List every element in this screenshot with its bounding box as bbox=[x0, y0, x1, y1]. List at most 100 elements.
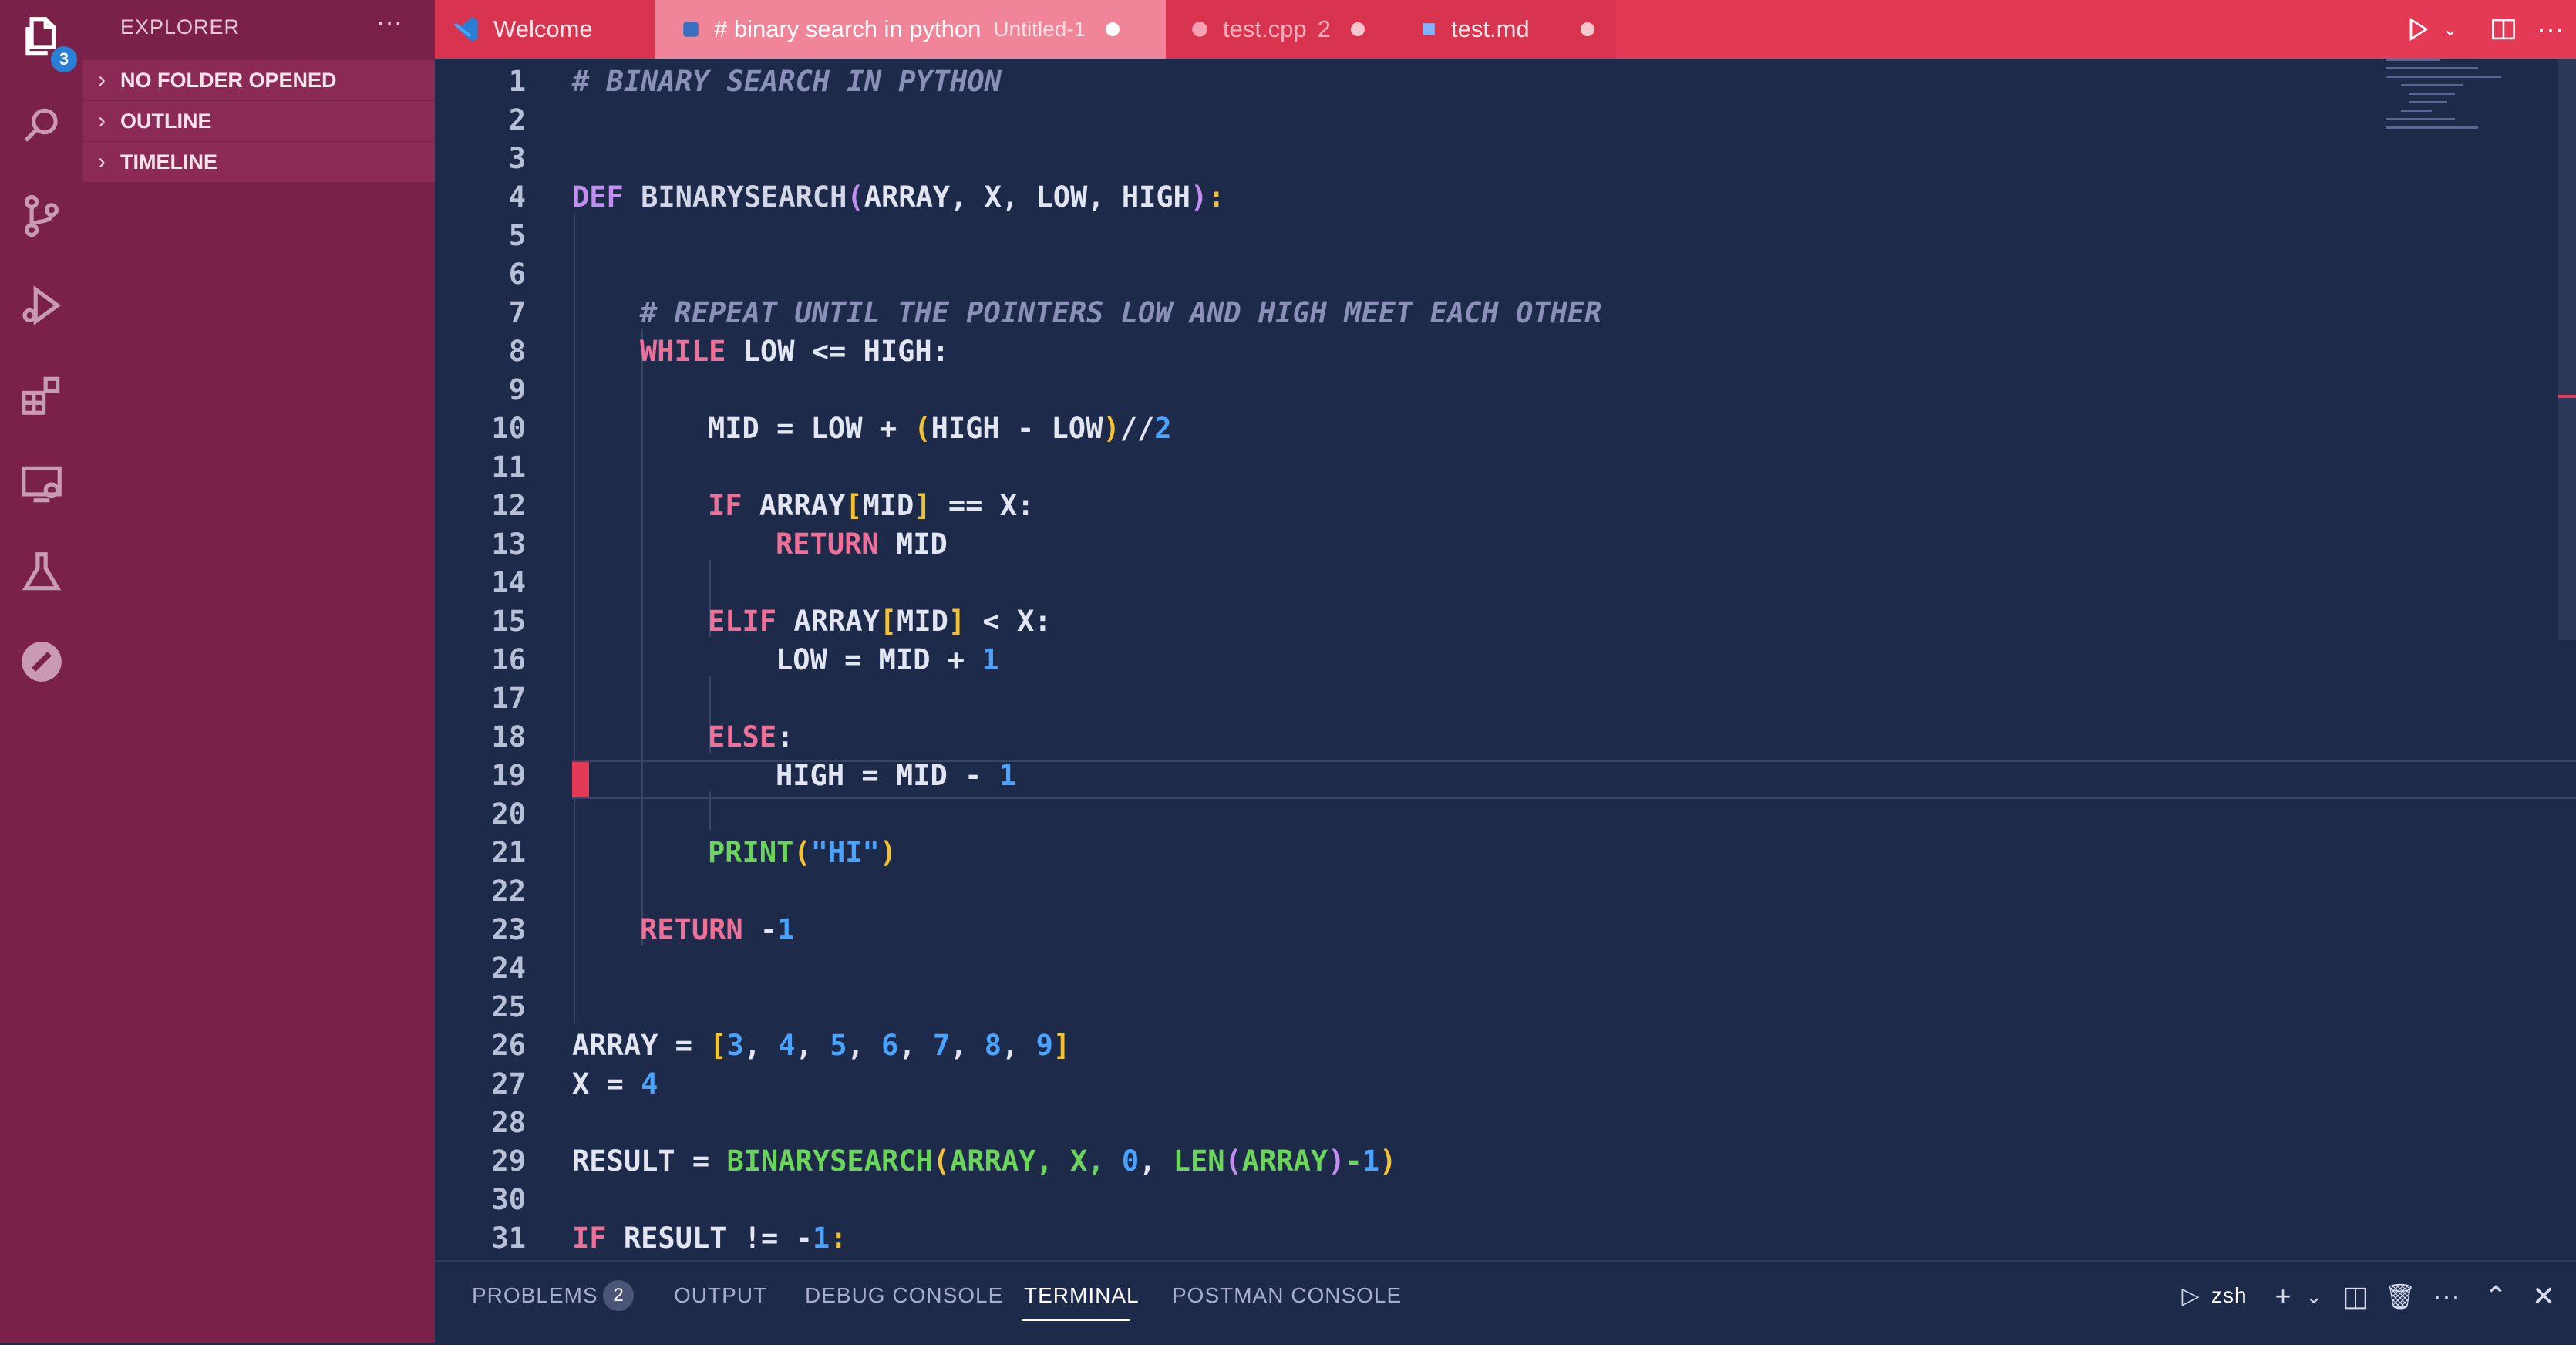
line-number-text: 3 bbox=[508, 142, 526, 175]
bracket: [ bbox=[709, 1029, 727, 1062]
separator: , bbox=[1139, 1144, 1174, 1178]
expr: ARRAY = bbox=[572, 1029, 710, 1062]
code-line-12: RETURN MID bbox=[435, 525, 2386, 564]
python-icon bbox=[683, 22, 699, 37]
number: 0 bbox=[1121, 1144, 1140, 1178]
tab-label: test.md bbox=[1451, 15, 1530, 42]
bracket: ] bbox=[914, 489, 931, 522]
maximize-panel-icon[interactable]: ⌃ bbox=[2478, 1279, 2514, 1314]
condition: LOW <= HIGH: bbox=[726, 335, 949, 368]
line-number: 20 bbox=[435, 795, 2386, 834]
paren: ( bbox=[1224, 1144, 1242, 1178]
expr: HIGH - LOW bbox=[931, 412, 1103, 445]
tab-postman-console[interactable]: POSTMAN CONSOLE bbox=[1172, 1283, 1402, 1308]
number: 1 bbox=[998, 759, 1016, 792]
run-icon[interactable] bbox=[2404, 0, 2443, 59]
search-icon[interactable] bbox=[11, 96, 72, 157]
expr: < X: bbox=[965, 605, 1052, 638]
tab-terminal[interactable]: TERMINAL bbox=[1024, 1283, 1140, 1308]
tab-test-cpp[interactable]: test.cpp 2 bbox=[1166, 0, 1391, 59]
bracket: ] bbox=[1052, 1029, 1071, 1062]
minimap[interactable] bbox=[2386, 59, 2509, 167]
code-line-9: MID = LOW + (HIGH - LOW)//2 bbox=[435, 410, 2386, 448]
trash-icon[interactable]: 🗑 bbox=[2382, 1279, 2418, 1314]
function-call: BINARYSEARCH bbox=[726, 1144, 933, 1178]
section-label: NO FOLDER OPENED bbox=[120, 68, 337, 92]
comment: # REPEAT UNTIL THE POINTERS LOW AND HIGH… bbox=[640, 296, 1602, 329]
paren: ( bbox=[932, 1144, 951, 1178]
array-number: 9 bbox=[1035, 1029, 1053, 1062]
split-editor-icon[interactable] bbox=[2490, 0, 2529, 59]
terminal-shell-name[interactable]: zsh bbox=[2211, 1283, 2248, 1308]
more-actions-icon[interactable]: ··· bbox=[376, 8, 402, 38]
run-debug-icon[interactable] bbox=[11, 275, 72, 336]
function-name: BINARYSEARCH bbox=[641, 180, 847, 214]
line-number-text: 30 bbox=[491, 1183, 526, 1216]
editor-scrollbar-thumb[interactable] bbox=[2558, 59, 2576, 640]
section-outline[interactable]: › OUTLINE bbox=[83, 101, 435, 141]
expr: X = bbox=[572, 1067, 641, 1101]
section-timeline[interactable]: › TIMELINE bbox=[83, 142, 435, 182]
extensions-icon[interactable] bbox=[11, 364, 72, 426]
line-number-text: 17 bbox=[491, 682, 526, 715]
paren: ) bbox=[1328, 1144, 1345, 1178]
postman-icon[interactable] bbox=[11, 631, 72, 693]
separator: , bbox=[795, 1029, 830, 1062]
line-number-text: 25 bbox=[491, 990, 526, 1023]
unsaved-dot-icon[interactable] bbox=[1580, 22, 1594, 36]
chevron-down-icon[interactable]: ⌄ bbox=[2296, 1279, 2332, 1314]
operator: - bbox=[1345, 1144, 1362, 1178]
remote-explorer-icon[interactable] bbox=[11, 453, 72, 515]
code-line-11: IF ARRAY[MID] == X: bbox=[435, 487, 2386, 525]
section-label: TIMELINE bbox=[120, 150, 217, 174]
line-number: 9 bbox=[435, 371, 2386, 410]
source-control-icon[interactable] bbox=[11, 185, 72, 247]
array-number: 5 bbox=[830, 1029, 847, 1062]
keyword-if: IF bbox=[572, 1222, 607, 1255]
keyword-return: RETURN bbox=[776, 528, 879, 561]
array-number: 4 bbox=[778, 1029, 796, 1062]
expr: MID bbox=[897, 605, 948, 638]
tab-output[interactable]: OUTPUT bbox=[674, 1283, 767, 1308]
code-line-17: ELSE: bbox=[435, 718, 2386, 757]
keyword-if: IF bbox=[708, 489, 742, 522]
line-number: 28 bbox=[435, 1104, 2386, 1142]
line-number: 14 bbox=[435, 564, 2386, 602]
tab-welcome[interactable]: Welcome bbox=[435, 0, 655, 59]
paren: ) bbox=[1379, 1144, 1397, 1178]
expr: == X: bbox=[931, 489, 1035, 522]
line-number: 30 bbox=[435, 1181, 2386, 1219]
unsaved-dot-icon[interactable] bbox=[1106, 22, 1120, 36]
tab-binary-search[interactable]: # binary search in python Untitled-1 bbox=[655, 0, 1166, 59]
expr: MID = LOW + bbox=[708, 412, 914, 445]
unsaved-dot-icon[interactable] bbox=[1350, 22, 1365, 36]
expr: ARRAY bbox=[776, 605, 880, 638]
testing-icon[interactable] bbox=[11, 541, 72, 603]
files-icon[interactable]: 3 bbox=[11, 6, 77, 72]
expr: RESULT = bbox=[572, 1144, 727, 1178]
builtin-len: LEN bbox=[1173, 1144, 1225, 1178]
code-line-20: PRINT("HI") bbox=[435, 834, 2386, 872]
operator: // bbox=[1120, 412, 1155, 445]
code-editor[interactable]: 1 2 3 4 5 6 7 8 9 10 11 12 13 14 15 16 17 18 19 20 21 22 23 24 2… bbox=[435, 59, 2576, 1260]
line-number-text: 24 bbox=[491, 952, 526, 985]
bottom-panel: PROBLEMS 2 OUTPUT DEBUG CONSOLE TERMINAL… bbox=[435, 1260, 2576, 1345]
tab-suffix: Untitled-1 bbox=[993, 17, 1086, 41]
tab-problem-count: 2 bbox=[1317, 15, 1331, 42]
colon: : bbox=[1207, 180, 1225, 214]
function-call: PRINT bbox=[708, 836, 794, 869]
close-panel-icon[interactable]: ✕ bbox=[2526, 1279, 2561, 1314]
terminal-icon[interactable]: ▷ bbox=[2173, 1279, 2208, 1314]
paren: ( bbox=[793, 836, 811, 869]
bracket: [ bbox=[879, 605, 897, 638]
tab-problems[interactable]: PROBLEMS bbox=[472, 1283, 598, 1308]
more-actions-icon[interactable]: ··· bbox=[2429, 1279, 2464, 1314]
split-terminal-icon[interactable]: ◫ bbox=[2338, 1279, 2373, 1314]
section-no-folder-opened[interactable]: › NO FOLDER OPENED bbox=[83, 60, 435, 100]
tab-test-md[interactable]: test.md bbox=[1391, 0, 1616, 59]
run-dropdown-chevron-icon[interactable]: ⌄ bbox=[2443, 0, 2473, 59]
tab-label: # binary search in python bbox=[714, 15, 982, 42]
tab-debug-console[interactable]: DEBUG CONSOLE bbox=[805, 1283, 1003, 1308]
line-number-text: 22 bbox=[491, 875, 526, 908]
more-actions-icon[interactable]: ··· bbox=[2537, 0, 2575, 59]
